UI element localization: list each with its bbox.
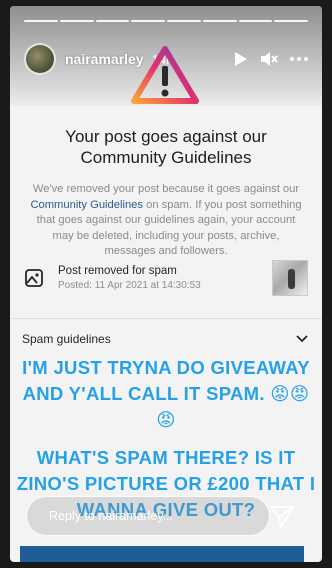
- progress-segment: [274, 20, 308, 22]
- reply-input[interactable]: Reply to nairamarley...: [26, 496, 270, 536]
- divider: [10, 318, 322, 319]
- send-icon[interactable]: [268, 503, 296, 531]
- progress-segment: [59, 20, 94, 22]
- story-caption-1: I'M JUST TRYNA DO GIVEAWAY AND Y'ALL CAL…: [22, 357, 310, 430]
- removed-post-text: Post removed for spam Posted: 11 Apr 202…: [58, 265, 201, 291]
- progress-segment: [202, 20, 237, 22]
- progress-segment: [167, 20, 201, 22]
- progress-segment: [24, 20, 58, 22]
- post-thumbnail[interactable]: [272, 260, 308, 296]
- story-progress-bar: [24, 20, 308, 22]
- chevron-down-icon[interactable]: [296, 330, 308, 348]
- more-icon[interactable]: [290, 57, 308, 61]
- play-icon[interactable]: [234, 51, 248, 67]
- story-frame: nairamarley 14h Your post goes against o…: [10, 6, 322, 562]
- notice-title: Your post goes against our Community Gui…: [65, 127, 267, 167]
- spam-guidelines-label: Spam guidelines: [22, 332, 111, 346]
- spam-guidelines-row[interactable]: Spam guidelines: [22, 328, 308, 350]
- removed-post-date: Posted: 11 Apr 2021 at 14:30:53: [58, 280, 201, 291]
- avatar[interactable]: [24, 43, 56, 75]
- notice-description: We've removed your post because it goes …: [10, 168, 322, 260]
- progress-segment: [95, 20, 130, 22]
- mute-icon[interactable]: [260, 51, 278, 67]
- progress-segment: [238, 20, 273, 22]
- removed-post-label: Post removed for spam: [58, 265, 177, 277]
- removed-post-row[interactable]: Post removed for spam Posted: 11 Apr 202…: [24, 258, 308, 298]
- image-icon: [24, 268, 44, 288]
- bottom-bar: [20, 546, 304, 562]
- header-controls: [234, 51, 308, 67]
- community-guidelines-link[interactable]: Community Guidelines: [30, 199, 143, 211]
- warning-icon: [130, 44, 200, 106]
- guidelines-notice: Your post goes against our Community Gui…: [10, 106, 322, 260]
- notice-desc-part1: We've removed your post because it goes …: [32, 183, 300, 195]
- progress-segment: [131, 20, 165, 22]
